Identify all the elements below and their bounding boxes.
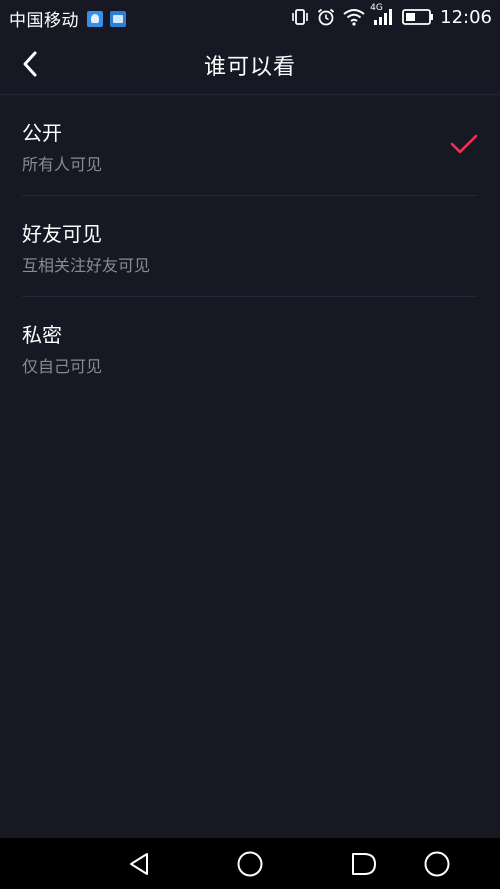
nav-back-button[interactable] xyxy=(123,848,155,880)
nav-recents-button[interactable] xyxy=(347,848,379,880)
circle-icon xyxy=(424,851,450,877)
option-title: 公开 xyxy=(22,121,62,145)
option-public[interactable]: 公开 所有人可见 xyxy=(0,95,500,196)
notification-gallery-icon xyxy=(110,10,126,27)
battery-icon xyxy=(402,8,434,26)
carrier-label: 中国移动 xyxy=(9,11,79,31)
wifi-icon xyxy=(342,7,366,27)
nav-home-button[interactable] xyxy=(234,848,266,880)
vibrate-icon xyxy=(290,7,310,27)
cellular-signal-icon: 4G xyxy=(370,3,393,27)
option-title: 好友可见 xyxy=(22,222,102,246)
notification-app-icon xyxy=(87,10,103,27)
network-type-label: 4G xyxy=(370,3,383,13)
alarm-icon xyxy=(316,7,336,27)
option-friends[interactable]: 好友可见 互相关注好友可见 xyxy=(0,196,500,297)
option-title: 私密 xyxy=(22,323,62,347)
screen: 中国移动 4G 12:06 谁可以看 公开 所有人可见 好友可见 互相关注好友可… xyxy=(0,0,500,889)
check-icon xyxy=(450,134,478,154)
clock-label: 12:06 xyxy=(440,6,492,28)
status-right: 4G 12:06 xyxy=(284,3,492,30)
circle-home-icon xyxy=(237,851,263,877)
visibility-option-list: 公开 所有人可见 好友可见 互相关注好友可见 私密 仅自己可见 xyxy=(0,95,500,398)
option-subtitle: 所有人可见 xyxy=(22,155,103,174)
triangle-back-icon xyxy=(130,853,148,875)
nav-assist-button[interactable] xyxy=(421,848,453,880)
status-bar: 中国移动 4G 12:06 xyxy=(0,0,500,34)
option-private[interactable]: 私密 仅自己可见 xyxy=(0,297,500,398)
system-nav-bar xyxy=(0,838,500,889)
recents-icon xyxy=(352,853,376,875)
status-left: 中国移动 xyxy=(9,6,126,31)
option-subtitle: 仅自己可见 xyxy=(22,357,103,376)
page-title: 谁可以看 xyxy=(203,55,296,80)
option-subtitle: 互相关注好友可见 xyxy=(22,256,151,275)
header: 谁可以看 xyxy=(0,34,500,94)
